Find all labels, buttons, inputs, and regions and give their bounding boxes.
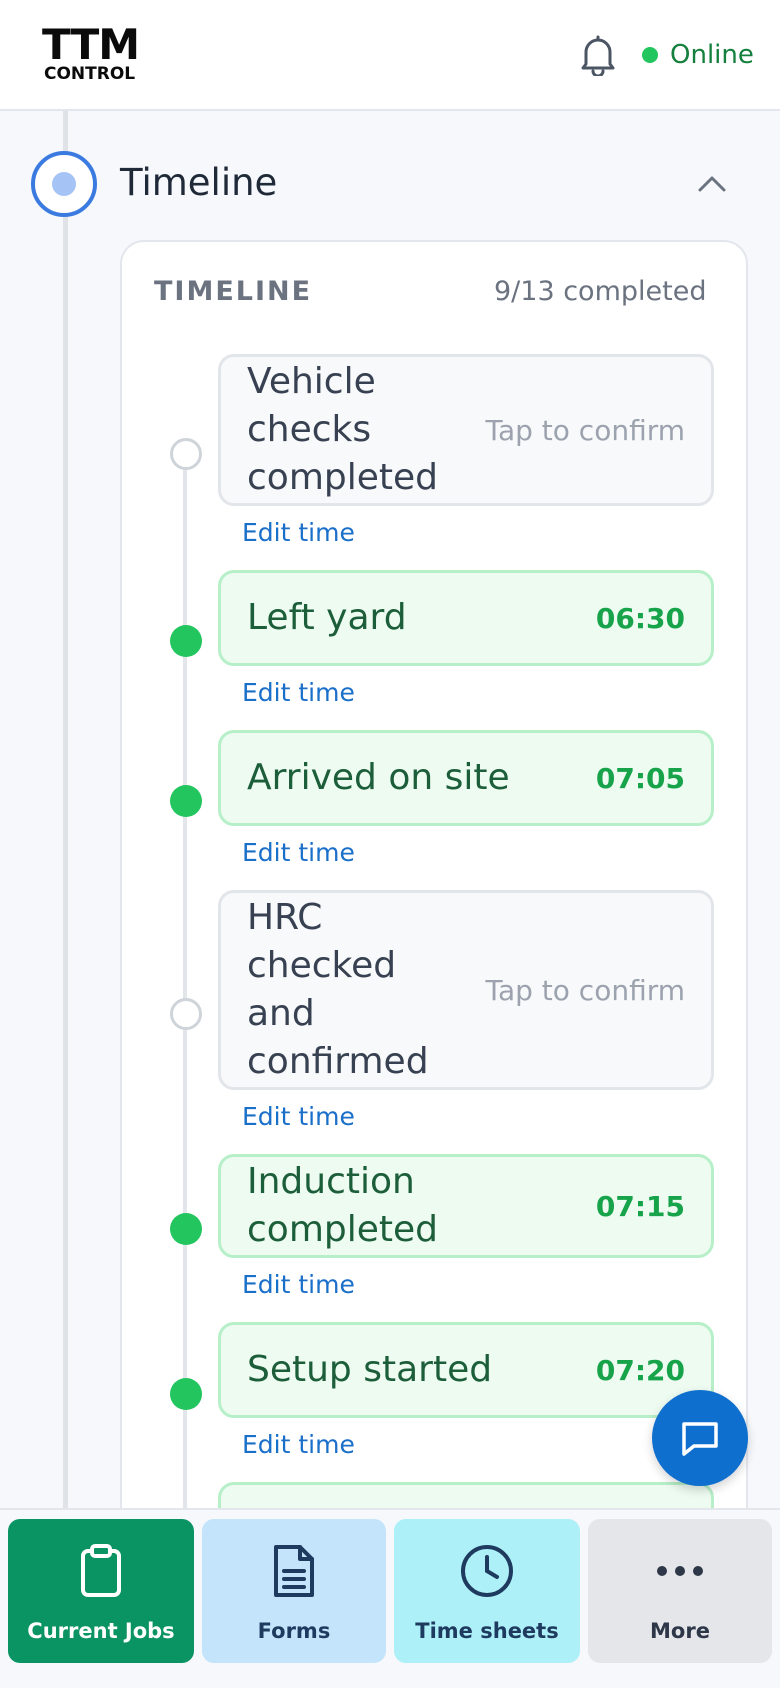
- chat-icon: [682, 1422, 718, 1456]
- bell-icon[interactable]: [578, 34, 618, 78]
- completion-count: 9/13 completed: [494, 276, 707, 307]
- section-title: Timeline: [120, 161, 278, 204]
- nav-time-sheets[interactable]: Time sheets: [394, 1519, 580, 1663]
- status-dot: [642, 47, 658, 63]
- status-text: Online: [670, 40, 754, 70]
- edit-time-link[interactable]: Edit time: [242, 1428, 355, 1462]
- chevron-up-icon[interactable]: [692, 166, 732, 200]
- edit-time-link[interactable]: Edit time: [242, 1100, 355, 1134]
- edit-time-link[interactable]: Edit time: [242, 676, 355, 710]
- steps-line: [183, 455, 187, 1515]
- connection-status: Online: [642, 38, 754, 72]
- more-dots-icon: [652, 1543, 708, 1603]
- step-setup-started[interactable]: Setup started 07:20: [218, 1322, 714, 1418]
- tap-to-confirm: Tap to confirm: [485, 413, 685, 447]
- timeline-rail: [63, 111, 68, 1511]
- step-time: 07:20: [595, 1353, 685, 1387]
- chat-button[interactable]: [652, 1390, 748, 1486]
- step-label: Arrived on site: [247, 757, 510, 798]
- ttm-control-logo: TTM CONTROL: [42, 20, 152, 85]
- step-label: HRC checked and confirmed: [247, 897, 429, 1082]
- step-label: Setup started: [247, 1349, 493, 1390]
- step-dot-complete: [170, 1378, 202, 1410]
- logo-sub-text: CONTROL: [44, 64, 136, 84]
- step-left-yard[interactable]: Left yard 06:30: [218, 570, 714, 666]
- clipboard-icon: [77, 1543, 125, 1603]
- step-time: 07:15: [595, 1189, 685, 1223]
- nav-more[interactable]: More: [588, 1519, 772, 1663]
- edit-time-link[interactable]: Edit time: [242, 836, 355, 870]
- document-icon: [271, 1543, 317, 1603]
- step-label: Induction completed: [247, 1161, 439, 1250]
- step-dot-pending: [170, 438, 202, 470]
- edit-time-link[interactable]: Edit time: [242, 516, 355, 550]
- nav-label: Time sheets: [415, 1619, 559, 1643]
- step-dot-complete: [170, 1213, 202, 1245]
- nav-label: Forms: [257, 1619, 331, 1643]
- step-induction-completed[interactable]: Induction completed 07:15: [218, 1154, 714, 1258]
- card-title: TIMELINE: [154, 276, 313, 307]
- step-dot-complete: [170, 625, 202, 657]
- step-time: 07:05: [595, 761, 685, 795]
- step-label: Vehicle checks completed: [247, 361, 439, 498]
- step-dot-complete: [170, 785, 202, 817]
- clock-icon: [459, 1543, 515, 1603]
- nav-label: Current Jobs: [27, 1619, 175, 1643]
- nav-forms[interactable]: Forms: [202, 1519, 386, 1663]
- step-arrived-on-site[interactable]: Arrived on site 07:05: [218, 730, 714, 826]
- step-vehicle-checks[interactable]: Vehicle checks completed Tap to confirm: [218, 354, 714, 506]
- step-hrc-checked[interactable]: HRC checked and confirmed Tap to confirm: [218, 890, 714, 1090]
- edit-time-link[interactable]: Edit time: [242, 1268, 355, 1302]
- step-time: 06:30: [595, 601, 685, 635]
- step-dot-pending: [170, 998, 202, 1030]
- section-node-icon: [31, 151, 97, 217]
- nav-label: More: [650, 1619, 710, 1643]
- tap-to-confirm: Tap to confirm: [485, 973, 685, 1007]
- step-label: Left yard: [247, 597, 407, 638]
- app-header: TTM CONTROL Online: [0, 0, 780, 111]
- logo-main-text: TTM: [42, 20, 140, 69]
- nav-current-jobs[interactable]: Current Jobs: [8, 1519, 194, 1663]
